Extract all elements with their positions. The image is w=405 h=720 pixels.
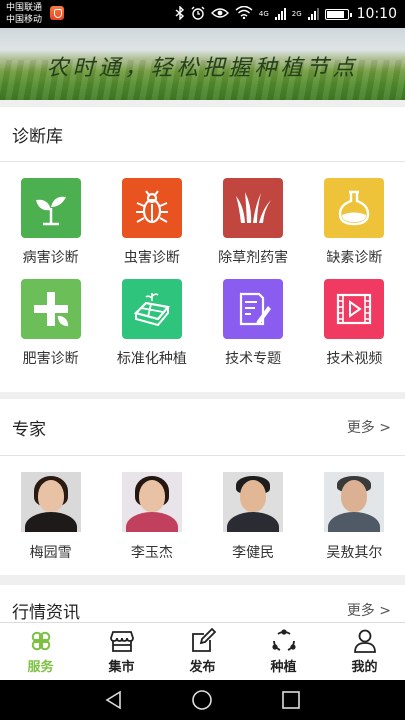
app-screen: 中国联通 中国移动 4G 2G 10:10 农时通，轻松把握种植节点 诊断库 病… xyxy=(0,0,405,720)
diag-item-tech-video[interactable]: 技术视频 xyxy=(304,279,405,368)
expert-name: 梅园雪 xyxy=(29,545,72,561)
experts-more-link[interactable]: 更多 > xyxy=(347,417,391,437)
carrier-2: 中国移动 xyxy=(6,15,43,25)
recents-icon[interactable] xyxy=(280,689,302,711)
plus-leaf-icon xyxy=(20,279,81,339)
tab-label: 服务 xyxy=(27,660,54,675)
tab-mine[interactable]: 我的 xyxy=(324,623,405,680)
expert-avatar xyxy=(223,472,284,532)
tab-label: 集市 xyxy=(108,660,135,675)
alarm-icon xyxy=(191,6,205,23)
home-icon[interactable] xyxy=(191,689,213,711)
diagnosis-header: 诊断库 xyxy=(0,107,405,162)
notification-app-icon xyxy=(50,6,64,20)
diag-item-tech-topics[interactable]: 技术专题 xyxy=(203,279,304,368)
user-icon xyxy=(353,629,376,653)
network-2g-label: 2G xyxy=(291,9,302,18)
market-news-section: 行情资讯 更多 > xyxy=(0,585,405,625)
field-plot-icon xyxy=(121,279,182,339)
banner-slogan: 农时通，轻松把握种植节点 xyxy=(46,56,359,81)
expert-name: 李玉杰 xyxy=(130,545,173,561)
status-icons: 4G 2G 10:10 xyxy=(175,0,397,28)
experts-section: 专家 更多 > 梅园雪 李玉杰 李健民 吴敖其尔 xyxy=(0,399,405,575)
tab-publish[interactable]: 发布 xyxy=(162,623,243,680)
expert-card[interactable]: 李健民 xyxy=(203,472,304,562)
document-pen-icon xyxy=(223,279,284,339)
expert-avatar xyxy=(324,472,385,532)
diag-item-label: 病害诊断 xyxy=(22,250,79,266)
diag-item-disease[interactable]: 病害诊断 xyxy=(0,178,101,267)
expert-name: 吴敖其尔 xyxy=(326,545,383,561)
diag-item-label: 肥害诊断 xyxy=(22,351,79,367)
diag-item-herbicide[interactable]: 除草剂药害 xyxy=(203,178,304,267)
tab-market[interactable]: 集市 xyxy=(81,623,162,680)
diag-item-label: 除草剂药害 xyxy=(218,250,289,266)
battery-icon xyxy=(324,8,352,20)
eye-icon xyxy=(210,7,229,22)
flask-icon xyxy=(324,178,385,238)
network-4g-label: 4G xyxy=(258,9,269,18)
video-icon xyxy=(324,279,385,339)
diagnosis-grid: 病害诊断 虫害诊断 除草剂药害 缺素诊断 肥害诊断 标准化种植 技术专题 技术视… xyxy=(0,162,405,368)
market-news-more-link[interactable]: 更多 > xyxy=(347,600,391,620)
clock: 10:10 xyxy=(356,6,397,22)
diag-item-label: 标准化种植 xyxy=(116,351,187,367)
diagnosis-section: 诊断库 病害诊断 虫害诊断 除草剂药害 缺素诊断 肥害诊断 标准化种植 技术专题… xyxy=(0,107,405,392)
expert-card[interactable]: 李玉杰 xyxy=(101,472,202,562)
signal-icon xyxy=(274,8,286,20)
wifi-icon xyxy=(235,5,253,22)
diag-item-standard-planting[interactable]: 标准化种植 xyxy=(101,279,202,368)
section-title: 行情资讯 xyxy=(12,602,80,623)
carrier-1: 中国联通 xyxy=(6,3,43,13)
system-nav-bar xyxy=(0,680,405,720)
signal-2-icon xyxy=(307,8,319,20)
bug-icon xyxy=(121,178,182,238)
diag-item-fertilizer[interactable]: 肥害诊断 xyxy=(0,279,101,368)
tab-planting[interactable]: 种植 xyxy=(243,623,324,680)
carrier-info: 中国联通 中国移动 xyxy=(6,2,42,26)
diag-item-nutrient[interactable]: 缺素诊断 xyxy=(304,178,405,267)
store-icon xyxy=(109,631,134,652)
tab-label: 种植 xyxy=(270,660,297,675)
expert-name: 李健民 xyxy=(232,545,275,561)
cycle-icon xyxy=(271,629,296,651)
edit-icon xyxy=(191,628,216,652)
diag-item-label: 缺素诊断 xyxy=(326,250,383,266)
diag-item-label: 技术专题 xyxy=(225,351,282,367)
tab-label: 发布 xyxy=(189,660,216,675)
tab-label: 我的 xyxy=(351,660,378,675)
back-icon[interactable] xyxy=(103,689,125,711)
hero-banner[interactable]: 农时通，轻松把握种植节点 xyxy=(0,28,405,100)
section-title: 诊断库 xyxy=(12,126,63,147)
seedling-icon xyxy=(20,178,81,238)
expert-avatar xyxy=(20,472,81,532)
diag-item-label: 虫害诊断 xyxy=(123,250,180,266)
grass-icon xyxy=(223,178,284,238)
expert-card[interactable]: 吴敖其尔 xyxy=(304,472,405,562)
expert-card[interactable]: 梅园雪 xyxy=(0,472,101,562)
section-title: 专家 xyxy=(12,419,46,440)
expert-avatar xyxy=(121,472,182,532)
diag-item-pest[interactable]: 虫害诊断 xyxy=(101,178,202,267)
experts-list: 梅园雪 李玉杰 李健民 吴敖其尔 xyxy=(0,456,405,562)
grid-flower-icon xyxy=(31,631,50,651)
diag-item-label: 技术视频 xyxy=(326,351,383,367)
bottom-tab-bar: 服务 集市 发布 种植 我的 xyxy=(0,622,405,680)
status-bar: 中国联通 中国移动 4G 2G 10:10 xyxy=(0,0,405,28)
experts-header: 专家 更多 > xyxy=(0,399,405,456)
tab-service[interactable]: 服务 xyxy=(0,623,81,680)
bluetooth-icon xyxy=(175,4,185,23)
